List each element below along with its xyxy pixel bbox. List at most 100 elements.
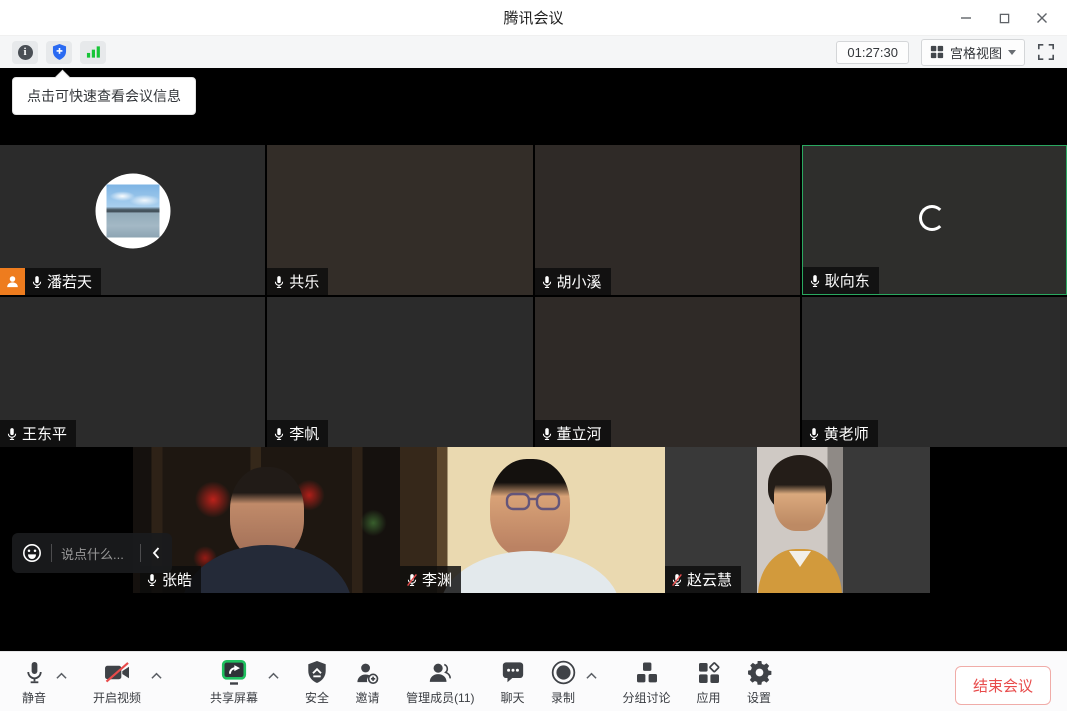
- view-layout-selector[interactable]: 宫格视图: [921, 39, 1025, 66]
- video-feed: [757, 447, 843, 593]
- participant-video-tile[interactable]: 赵云慧: [665, 447, 930, 593]
- meeting-toolbar: 静音 开启视频 共享屏幕: [0, 651, 1067, 711]
- participant-tile[interactable]: 董立河: [535, 297, 800, 447]
- participant-tile-active-speaker[interactable]: 耿向东: [802, 145, 1067, 295]
- close-button[interactable]: [1027, 3, 1057, 33]
- loading-spinner-icon: [919, 205, 945, 231]
- toolbar-label: 管理成员(11): [406, 689, 474, 706]
- video-feed: [774, 465, 826, 531]
- members-icon: [427, 659, 453, 686]
- close-icon: [1036, 12, 1048, 24]
- chat-button[interactable]: 聊天: [501, 659, 525, 706]
- camera-off-icon: [104, 659, 131, 686]
- toolbar-label: 静音: [22, 689, 46, 706]
- emoji-icon[interactable]: [22, 543, 42, 563]
- participant-name: 耿向东: [825, 270, 870, 291]
- participant-tile[interactable]: 黄老师: [802, 297, 1067, 447]
- host-badge-icon: [0, 268, 25, 295]
- chat-icon: [501, 659, 525, 686]
- participant-name: 潘若天: [47, 271, 92, 292]
- quick-chat-bar: 说点什么...: [12, 533, 172, 573]
- participant-grid-row-1: 潘若天 共乐 胡小溪 耿向东: [0, 145, 1067, 295]
- toolbar-label: 录制: [551, 689, 575, 706]
- participant-name: 赵云慧: [687, 569, 732, 590]
- name-tag: 潘若天: [0, 268, 101, 295]
- invite-button[interactable]: 邀请: [355, 659, 380, 706]
- shield-plus-icon: [52, 44, 67, 60]
- video-feed: [789, 551, 811, 567]
- record-options-chevron[interactable]: [586, 667, 597, 685]
- mute-button[interactable]: 静音: [22, 659, 46, 706]
- participant-video-tile[interactable]: 张皓: [133, 447, 400, 593]
- participant-tile[interactable]: 胡小溪: [535, 145, 800, 295]
- mic-on-icon: [145, 573, 159, 587]
- mic-on-icon: [807, 427, 821, 441]
- toolbar-label: 分组讨论: [623, 689, 671, 706]
- title-bar: 腾讯会议: [0, 0, 1067, 36]
- minimize-icon: [960, 12, 972, 24]
- apps-button[interactable]: 应用: [697, 659, 721, 706]
- participant-name: 黄老师: [824, 423, 869, 444]
- status-bar-right: 01:27:30 宫格视图: [836, 39, 1055, 66]
- share-options-chevron[interactable]: [268, 667, 279, 685]
- participant-name: 共乐: [289, 271, 319, 292]
- mic-muted-icon: [670, 573, 684, 587]
- avatar: [95, 174, 170, 249]
- grid-view-icon: [930, 45, 944, 59]
- fullscreen-icon: [1037, 43, 1055, 61]
- apps-icon: [697, 659, 721, 686]
- glasses: [501, 491, 565, 513]
- chevron-down-icon: [1008, 50, 1016, 55]
- settings-gear-icon: [747, 659, 772, 686]
- maximize-icon: [999, 13, 1010, 24]
- minimize-button[interactable]: [951, 3, 981, 33]
- meeting-window: 腾讯会议 i: [0, 0, 1067, 711]
- participant-name: 王东平: [22, 423, 67, 444]
- app-title: 腾讯会议: [503, 7, 563, 28]
- collapse-chevron-left-icon[interactable]: [150, 546, 162, 560]
- toolbar-label: 安全: [305, 689, 329, 706]
- mute-options-chevron[interactable]: [56, 667, 67, 685]
- start-video-button[interactable]: 开启视频: [93, 659, 141, 706]
- divider: [140, 544, 141, 562]
- security-icon: [306, 659, 328, 686]
- view-layout-label: 宫格视图: [950, 43, 1002, 62]
- meeting-status-bar: i 01:27:30: [0, 36, 1067, 68]
- divider: [51, 544, 52, 562]
- info-icon: i: [18, 45, 33, 60]
- participant-tile[interactable]: 潘若天: [0, 145, 265, 295]
- network-signal-button[interactable]: [80, 41, 106, 64]
- share-screen-button[interactable]: 共享屏幕: [210, 659, 258, 706]
- participant-tile[interactable]: 共乐: [267, 145, 532, 295]
- mic-on-icon: [540, 427, 554, 441]
- meeting-info-tooltip: 点击可快速查看会议信息: [12, 77, 196, 115]
- manage-members-button[interactable]: 管理成员(11): [406, 659, 474, 706]
- participant-name: 胡小溪: [557, 271, 602, 292]
- chat-input[interactable]: 说点什么...: [61, 544, 131, 563]
- meeting-timer: 01:27:30: [836, 41, 909, 64]
- participant-name: 李帆: [289, 423, 319, 444]
- meeting-security-button[interactable]: [46, 41, 72, 64]
- tooltip-text: 点击可快速查看会议信息: [27, 88, 181, 104]
- video-options-chevron[interactable]: [151, 667, 162, 685]
- toolbar-label: 邀请: [356, 689, 380, 706]
- end-meeting-button[interactable]: 结束会议: [955, 666, 1051, 705]
- participant-tile[interactable]: 李帆: [267, 297, 532, 447]
- fullscreen-button[interactable]: [1037, 43, 1055, 61]
- video-feed: [440, 551, 620, 593]
- toolbar-label: 共享屏幕: [210, 689, 258, 706]
- participant-name: 董立河: [557, 423, 602, 444]
- mic-on-icon: [5, 427, 19, 441]
- participant-video-tile[interactable]: 李渊: [400, 447, 665, 593]
- avatar-image: [106, 185, 159, 238]
- participant-tile[interactable]: 王东平: [0, 297, 265, 447]
- breakout-rooms-button[interactable]: 分组讨论: [623, 659, 671, 706]
- maximize-button[interactable]: [989, 3, 1019, 33]
- participant-name: 李渊: [422, 569, 452, 590]
- toolbar-label: 应用: [697, 689, 721, 706]
- meeting-info-button[interactable]: i: [12, 41, 38, 64]
- mic-on-icon: [540, 275, 554, 289]
- settings-button[interactable]: 设置: [747, 659, 772, 706]
- record-button[interactable]: 录制: [551, 659, 576, 706]
- security-button[interactable]: 安全: [305, 659, 329, 706]
